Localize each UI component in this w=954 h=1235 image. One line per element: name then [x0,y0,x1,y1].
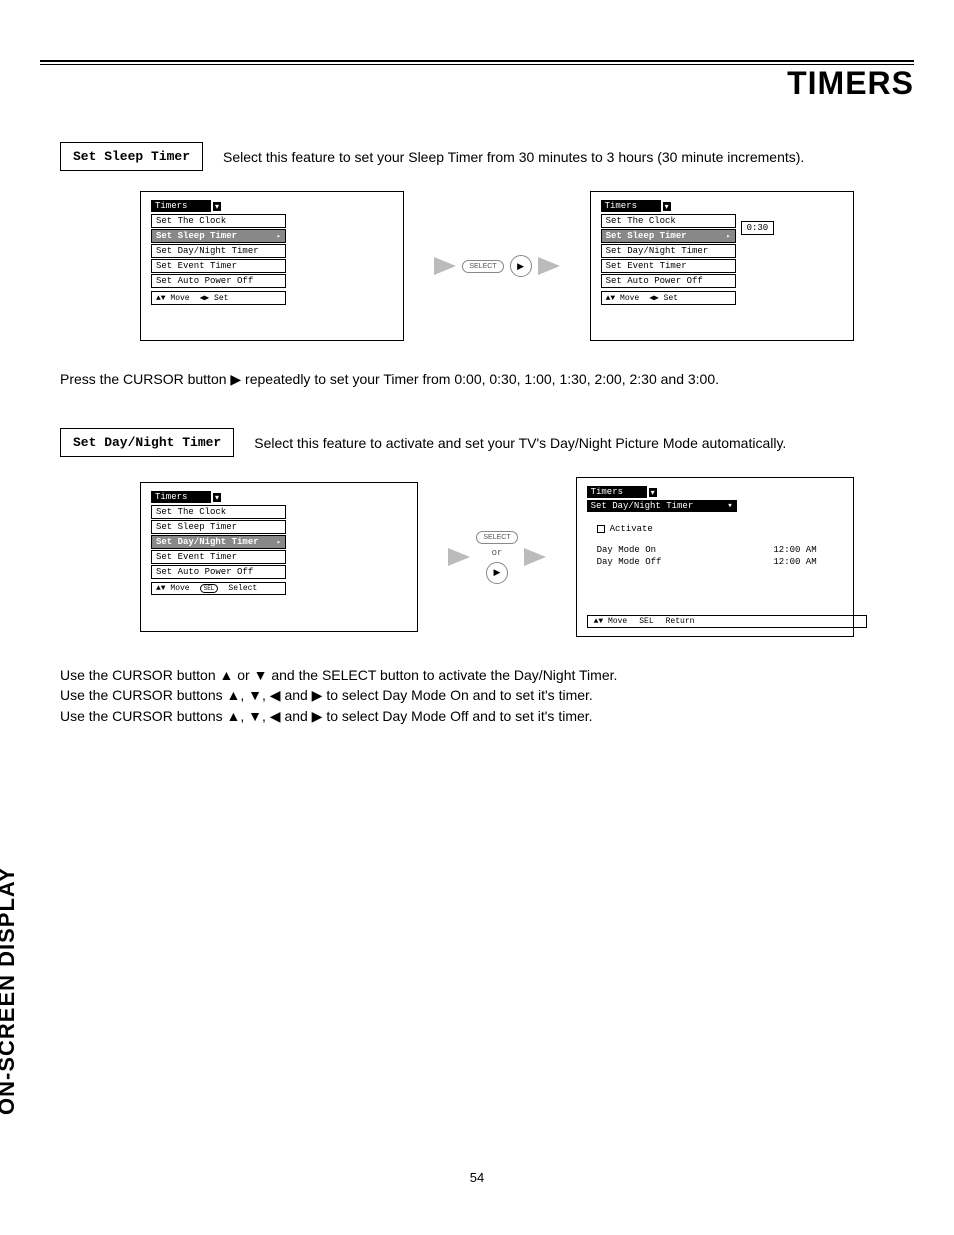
daynight-panels-row: Timers ▾ Set The Clock Set Sleep Timer S… [40,477,914,637]
chevron-down-icon: ▾ [649,488,657,497]
arrow-right-icon [538,257,560,275]
menu-item[interactable]: Set The Clock [601,214,736,228]
chevron-down-icon: ▾ [727,501,732,511]
sleep-right-panel: Timers ▾ Set The Clock Set Sleep Timer S… [590,191,854,341]
or-text: or [492,548,503,558]
footer-hint: ▲▼ Move SEL Select [151,582,286,595]
move-label: Move [608,617,627,626]
submenu-title: Set Day/Night Timer ▾ [587,500,737,512]
cursor-right-icon: ▶ [486,562,508,584]
activate-label: Activate [610,524,653,534]
sleep-left-panel: Timers ▾ Set The Clock Set Sleep Timer S… [140,191,404,341]
menu-item-highlight[interactable]: Set Sleep Timer [601,229,736,243]
daynight-instruction: Use the CURSOR buttons ▲, ▼, ◀ and ▶ to … [40,708,914,725]
menu-title: Timers [151,491,211,503]
footer-hint: ▲▼ Move ◀▶ Set [601,291,736,305]
sleep-right-menu: Set The Clock Set Sleep Timer Set Day/Ni… [601,214,843,288]
move-label: Move [170,584,189,593]
chevron-down-icon: ▾ [213,202,221,211]
arrow-right-icon [434,257,456,275]
return-label: Return [666,617,695,626]
sleep-panels-row: Timers ▾ Set The Clock Set Sleep Timer S… [40,191,914,341]
mode-label: Day Mode Off [597,557,662,567]
submenu-title-text: Set Day/Night Timer [591,501,694,511]
menu-item[interactable]: Set The Clock [151,214,286,228]
menu-item[interactable]: Set Auto Power Off [151,274,286,288]
activate-row[interactable]: Activate [597,524,833,534]
sleep-label-box: Set Sleep Timer [60,142,203,171]
menu-item[interactable]: Set Event Timer [601,259,736,273]
daynight-left-panel: Timers ▾ Set The Clock Set Sleep Timer S… [140,482,418,632]
menu-item[interactable]: Set Event Timer [151,259,286,273]
daynight-instruction: Use the CURSOR button ▲ or ▼ and the SEL… [40,667,914,683]
sleep-desc: Select this feature to set your Sleep Ti… [223,149,804,165]
menu-title: Timers [587,486,647,498]
sel-oval-icon: SEL [200,584,219,593]
sleep-left-menu: Set The Clock Set Sleep Timer Set Day/Ni… [151,214,393,288]
checkbox-icon[interactable] [597,525,605,533]
set-label: Set [664,294,678,303]
menu-item[interactable]: Set Sleep Timer [151,520,286,534]
page-number: 54 [0,1170,954,1185]
daynight-left-menu: Set The Clock Set Sleep Timer Set Day/Ni… [151,505,407,579]
daynight-footer: ▲▼ Move SEL Return [587,615,867,628]
select-button-icon: SELECT [476,531,517,544]
daynight-desc: Select this feature to activate and set … [254,435,786,451]
mode-row[interactable]: Day Mode On 12:00 AM [597,544,817,556]
menu-item[interactable]: Set Auto Power Off [601,274,736,288]
mode-row[interactable]: Day Mode Off 12:00 AM [597,556,817,568]
sleep-section-header: Set Sleep Timer Select this feature to s… [40,142,914,171]
menu-item[interactable]: Set The Clock [151,505,286,519]
menu-title: Timers [151,200,211,212]
menu-item-highlight[interactable]: Set Sleep Timer [151,229,286,243]
move-label: Move [620,294,639,303]
daynight-arrow-group: SELECT or ▶ [448,531,545,584]
arrow-right-icon [524,548,546,566]
page-title: TIMERS [40,64,914,102]
arrow-right-icon [448,548,470,566]
cursor-right-icon: ▶ [510,255,532,277]
mode-label: Day Mode On [597,545,656,555]
menu-item[interactable]: Set Event Timer [151,550,286,564]
sleep-arrow-group: SELECT ▶ [434,255,559,277]
daynight-instruction: Use the CURSOR buttons ▲, ▼, ◀ and ▶ to … [40,687,914,704]
footer-hint: ▲▼ Move ◀▶ Set [151,291,286,305]
menu-item-highlight[interactable]: Set Day/Night Timer [151,535,286,549]
daynight-right-panel: Timers ▾ Set Day/Night Timer ▾ Activate … [576,477,854,637]
select-label: Select [228,584,257,593]
sel-oval-icon: SEL [639,617,653,626]
chevron-down-icon: ▾ [213,493,221,502]
menu-item[interactable]: Set Day/Night Timer [601,244,736,258]
mode-time: 12:00 AM [773,557,816,567]
set-label: Set [214,294,228,303]
menu-item[interactable]: Set Day/Night Timer [151,244,286,258]
side-label: ON-SCREEN DISPLAY [0,867,20,1115]
select-button-icon: SELECT [462,260,503,273]
sleep-value-box: 0:30 [741,221,775,235]
daynight-section-header: Set Day/Night Timer Select this feature … [40,428,914,457]
menu-title: Timers [601,200,661,212]
menu-item[interactable]: Set Auto Power Off [151,565,286,579]
sleep-instruction: Press the CURSOR button ▶ repeatedly to … [40,371,914,388]
daynight-label-box: Set Day/Night Timer [60,428,234,457]
chevron-down-icon: ▾ [663,202,671,211]
move-label: Move [170,294,189,303]
mode-time: 12:00 AM [773,545,816,555]
